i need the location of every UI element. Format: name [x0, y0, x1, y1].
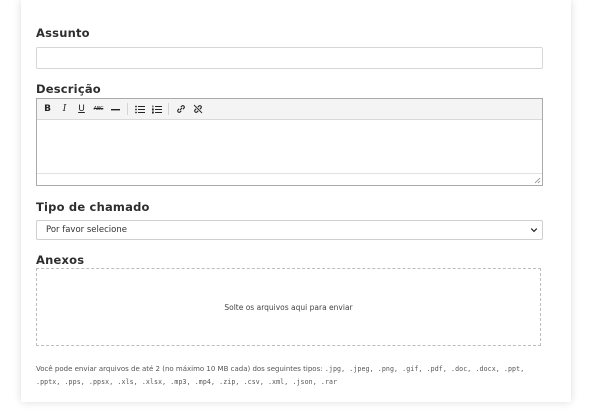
- toolbar-separator: [127, 103, 128, 115]
- attachments-helper-text: Você pode enviar arquivos de até 2 (no m…: [36, 363, 548, 389]
- strikethrough-button[interactable]: ABC: [91, 101, 106, 117]
- editor-toolbar: B I U ABC: [37, 99, 542, 120]
- description-label: Descrição: [36, 82, 101, 96]
- subject-input[interactable]: [36, 47, 543, 69]
- ticket-type-selected-value: Por favor selecione: [46, 225, 127, 235]
- horizontal-rule-button[interactable]: [108, 101, 123, 117]
- link-icon: [176, 105, 185, 113]
- description-textarea[interactable]: [37, 120, 542, 174]
- description-editor: B I U ABC: [36, 98, 543, 186]
- unlink-icon: [193, 104, 202, 114]
- underline-button[interactable]: U: [74, 101, 89, 117]
- numbered-list-button[interactable]: [149, 101, 164, 117]
- unlink-button[interactable]: [190, 101, 205, 117]
- ticket-type-label: Tipo de chamado: [36, 200, 150, 214]
- attachments-label: Anexos: [36, 253, 85, 267]
- bullet-list-button[interactable]: [132, 101, 147, 117]
- subject-label: Assunto: [36, 26, 90, 40]
- toolbar-separator: [168, 103, 169, 115]
- bullet-list-icon: [134, 105, 145, 113]
- chevron-down-icon: [530, 228, 538, 233]
- numbered-list-icon: [151, 105, 162, 113]
- upload-limits-text: Você pode enviar arquivos de até 2 (no m…: [36, 365, 323, 373]
- file-dropzone[interactable]: Solte os arquivos aqui para enviar: [36, 268, 541, 346]
- ticket-type-select[interactable]: Por favor selecione: [36, 220, 543, 240]
- horizontal-rule-icon: [111, 108, 120, 110]
- italic-button[interactable]: I: [57, 101, 72, 117]
- bold-button[interactable]: B: [40, 101, 55, 117]
- resize-handle-icon[interactable]: [533, 176, 541, 184]
- link-button[interactable]: [173, 101, 188, 117]
- dropzone-text: Solte os arquivos aqui para enviar: [224, 302, 353, 312]
